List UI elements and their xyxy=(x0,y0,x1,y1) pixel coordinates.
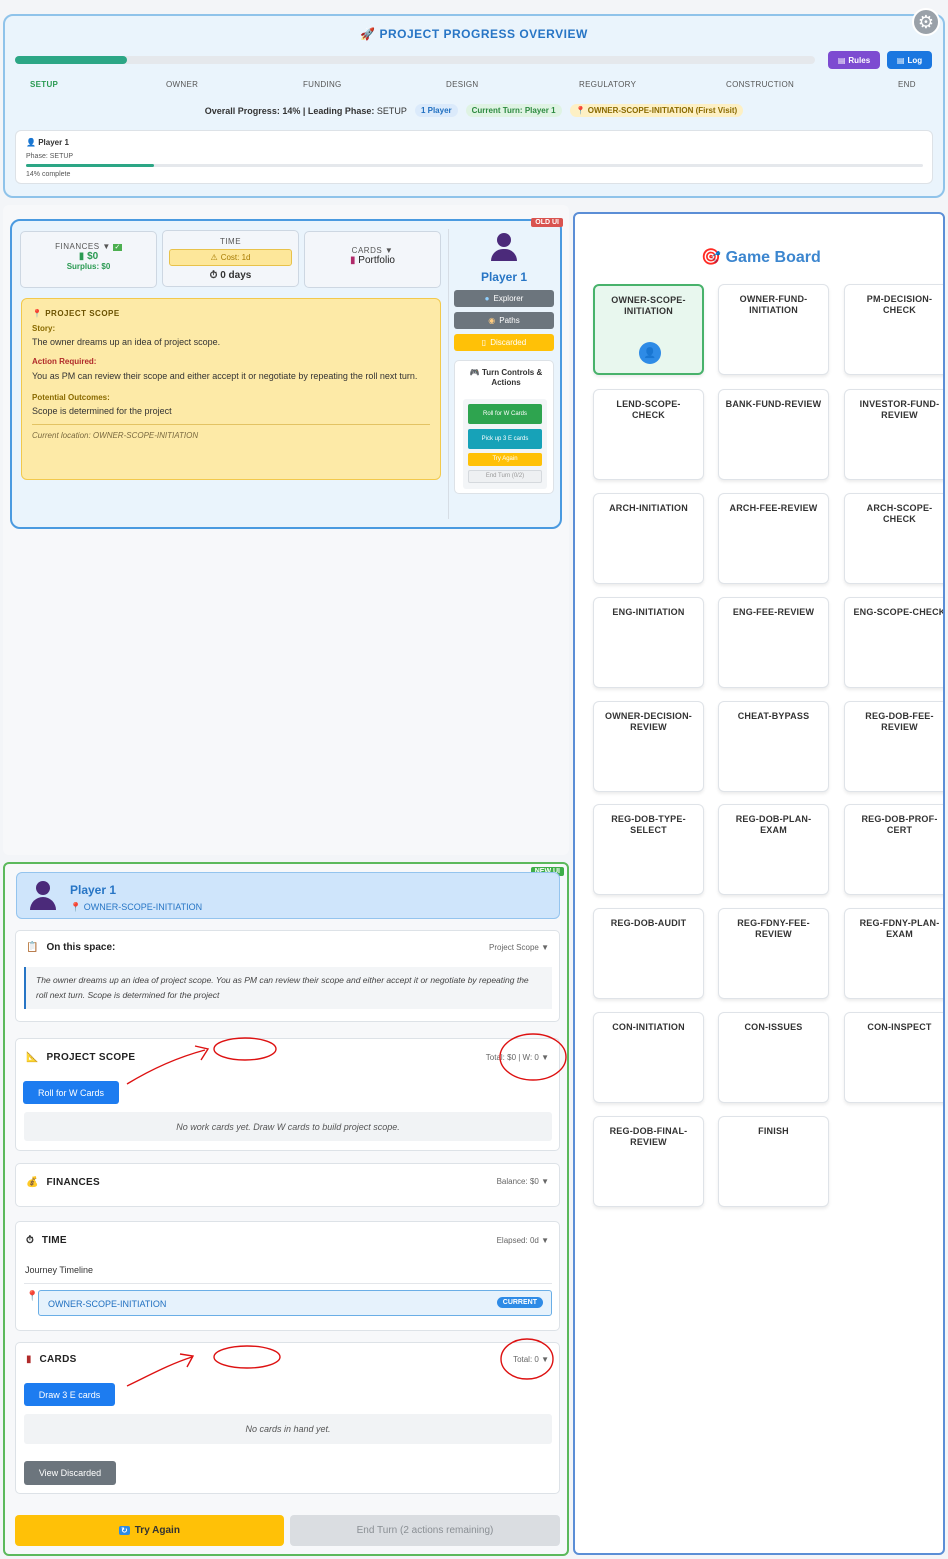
board-space-label: ARCH-SCOPE-CHECK xyxy=(866,503,933,524)
board-space-label: BANK-FUND-REVIEW xyxy=(725,399,822,409)
board-space[interactable]: ENG-INITIATION xyxy=(593,597,704,688)
board-space[interactable]: ARCH-SCOPE-CHECK xyxy=(844,493,943,584)
board-space-label: CON-INSPECT xyxy=(867,1022,932,1032)
board-space-label: INVESTOR-FUND-REVIEW xyxy=(859,399,940,420)
board-space-label: PM-DECISION-CHECK xyxy=(866,294,933,315)
board-space[interactable]: CON-ISSUES xyxy=(718,1012,829,1103)
annotation-circle xyxy=(213,1037,277,1061)
game-board-title: 🎯 Game Board xyxy=(701,249,821,266)
annotation-arrow xyxy=(126,1356,193,1387)
board-space[interactable]: REG-FDNY-PLAN-EXAM xyxy=(844,908,943,999)
board-space-label: ARCH-INITIATION xyxy=(609,503,688,513)
board-space[interactable]: REG-DOB-FEE-REVIEW xyxy=(844,701,943,792)
annotation-circle xyxy=(213,1345,281,1369)
board-space[interactable]: PM-DECISION-CHECK xyxy=(844,284,943,375)
board-space-label: ENG-INITIATION xyxy=(612,607,685,617)
board-space-label: REG-FDNY-FEE-REVIEW xyxy=(737,918,810,939)
board-space-label: ENG-SCOPE-CHECK xyxy=(853,607,945,617)
board-space[interactable]: INVESTOR-FUND-REVIEW xyxy=(844,389,943,480)
board-space-label: CHEAT-BYPASS xyxy=(737,711,810,721)
board-space[interactable]: ENG-FEE-REVIEW xyxy=(718,597,829,688)
board-space[interactable]: REG-DOB-PLAN-EXAM xyxy=(718,804,829,895)
player-token: 👤 xyxy=(639,342,661,364)
board-space[interactable]: ENG-SCOPE-CHECK xyxy=(844,597,945,688)
board-space[interactable]: BANK-FUND-REVIEW xyxy=(718,389,829,480)
board-space[interactable]: REG-DOB-AUDIT xyxy=(593,908,704,999)
board-space-label: REG-FDNY-PLAN-EXAM xyxy=(859,918,940,939)
board-space[interactable]: LEND-SCOPE-CHECK xyxy=(593,389,704,480)
board-space-label: CON-ISSUES xyxy=(744,1022,803,1032)
board-space[interactable]: REG-DOB-TYPE-SELECT xyxy=(593,804,704,895)
board-space-label: REG-DOB-PLAN-EXAM xyxy=(735,814,812,835)
game-board-panel: 🎯 Game Board OWNER-SCOPE-INITIATION 👤 OWNE… xyxy=(573,212,945,1555)
annotation-arrow xyxy=(126,1049,206,1085)
annotation-circle xyxy=(500,1338,554,1380)
board-space[interactable]: OWNER-SCOPE-INITIATION 👤 xyxy=(593,284,704,375)
board-space[interactable]: OWNER-DECISION-REVIEW xyxy=(593,701,704,792)
board-space-label: OWNER-FUND-INITIATION xyxy=(739,294,808,315)
board-space[interactable]: REG-DOB-FINAL-REVIEW xyxy=(593,1116,704,1207)
board-space-label: REG-DOB-PROF-CERT xyxy=(861,814,938,835)
board-space-label: FINISH xyxy=(758,1126,789,1136)
board-space[interactable]: OWNER-FUND-INITIATION xyxy=(718,284,829,375)
board-space[interactable]: CHEAT-BYPASS xyxy=(718,701,829,792)
board-space-label: REG-DOB-AUDIT xyxy=(610,918,687,928)
board-space-label: LEND-SCOPE-CHECK xyxy=(616,399,681,420)
board-space[interactable]: REG-DOB-PROF-CERT xyxy=(844,804,943,895)
board-space-label: ENG-FEE-REVIEW xyxy=(732,607,815,617)
target-icon: 🎯 xyxy=(701,249,722,266)
board-space-label: OWNER-SCOPE-INITIATION xyxy=(611,295,686,316)
board-space[interactable]: CON-INSPECT xyxy=(844,1012,943,1103)
board-space-label: REG-DOB-FINAL-REVIEW xyxy=(609,1126,688,1147)
board-space-label: CON-INITIATION xyxy=(612,1022,685,1032)
board-space[interactable]: ARCH-INITIATION xyxy=(593,493,704,584)
board-space[interactable]: ARCH-FEE-REVIEW xyxy=(718,493,829,584)
board-space[interactable]: CON-INITIATION xyxy=(593,1012,704,1103)
board-space-label: REG-DOB-FEE-REVIEW xyxy=(865,711,934,732)
annotation-circle xyxy=(499,1033,567,1081)
board-space-label: OWNER-DECISION-REVIEW xyxy=(605,711,692,732)
board-space[interactable]: FINISH xyxy=(718,1116,829,1207)
board-space-label: ARCH-FEE-REVIEW xyxy=(729,503,818,513)
board-space-label: REG-DOB-TYPE-SELECT xyxy=(611,814,686,835)
board-space[interactable]: REG-FDNY-FEE-REVIEW xyxy=(718,908,829,999)
